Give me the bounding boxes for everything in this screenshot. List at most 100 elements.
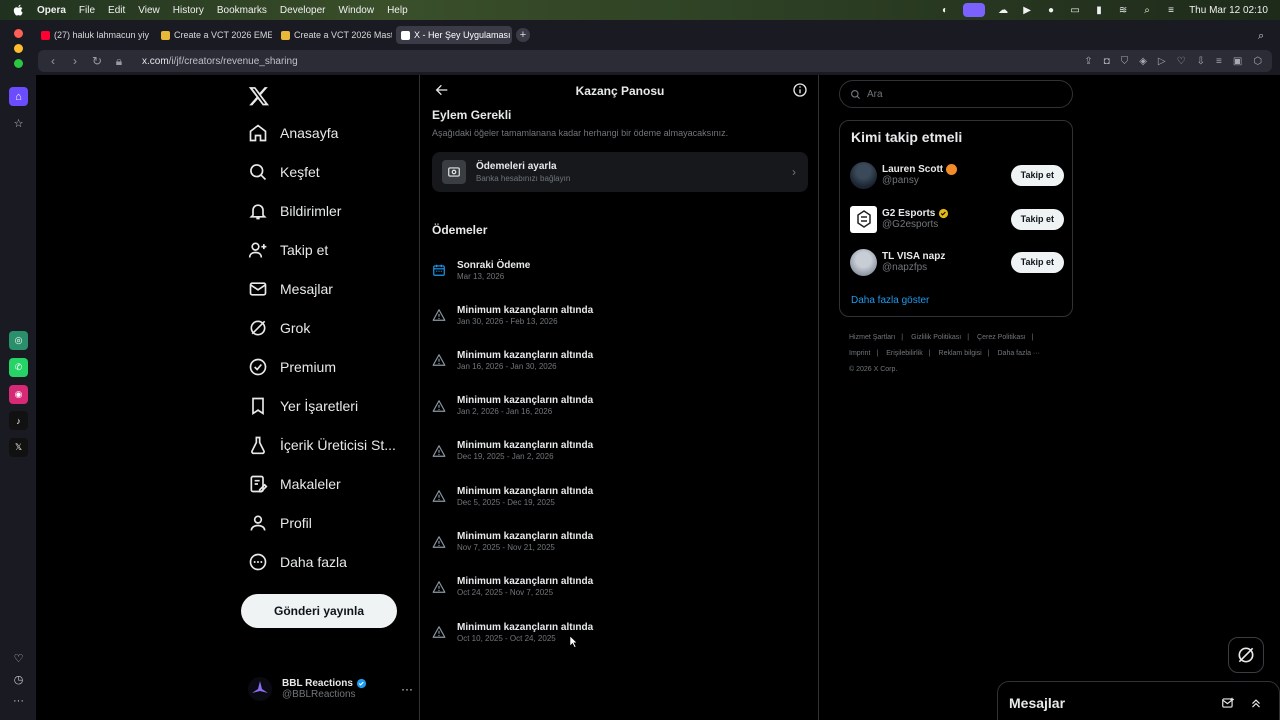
nav-articles[interactable]: Makaleler bbox=[248, 472, 341, 496]
apple-icon[interactable] bbox=[12, 4, 24, 16]
payout-row[interactable]: Minimum kazançların altında Jan 30, 2026 … bbox=[432, 300, 808, 330]
setup-payouts-card[interactable]: Ödemeleri ayarla Banka hesabınızı bağlay… bbox=[432, 152, 808, 192]
menubar-app-name[interactable]: Opera bbox=[37, 5, 66, 16]
tab-vct-eme[interactable]: Create a VCT 2026 EME bbox=[156, 26, 272, 44]
expand-up-icon[interactable] bbox=[1249, 696, 1263, 710]
tab-youtube[interactable]: (27) haluk lahmacun yiy bbox=[36, 26, 152, 44]
tab-search-icon[interactable]: ⌕ bbox=[1258, 30, 1264, 43]
payout-row[interactable]: Minimum kazançların altında Dec 19, 2025 … bbox=[432, 436, 808, 466]
messages-drawer[interactable]: Mesajlar bbox=[997, 681, 1280, 720]
star-icon[interactable]: ☆ bbox=[9, 114, 28, 133]
search-input[interactable]: Ara bbox=[839, 80, 1073, 108]
heart-icon[interactable]: ♡ bbox=[9, 649, 28, 668]
control-center-icon[interactable]: ≡ bbox=[1165, 5, 1177, 16]
shield-icon[interactable]: ⛉ bbox=[1121, 56, 1129, 67]
url-text[interactable]: x.com/i/jf/creators/revenue_sharing bbox=[142, 56, 298, 67]
download-icon[interactable]: ⇩ bbox=[1197, 56, 1205, 67]
suggested-user[interactable]: Lauren Scott @pansy Takip et bbox=[850, 160, 1064, 190]
window-zoom-button[interactable] bbox=[14, 59, 23, 68]
grok-floating-button[interactable] bbox=[1228, 637, 1264, 673]
share-icon[interactable]: ⇪ bbox=[1084, 56, 1092, 67]
payout-row[interactable]: Minimum kazançların altında Jan 2, 2026 -… bbox=[432, 391, 808, 421]
suggested-user[interactable]: TL VISA napz @napzfps Takip et bbox=[850, 247, 1064, 277]
menubar-clock[interactable]: Thu Mar 12 02:10 bbox=[1189, 5, 1268, 16]
window-close-button[interactable] bbox=[14, 29, 23, 38]
address-bar[interactable]: ‹ › ↻ 🔒︎ x.com/i/jf/creators/revenue_sha… bbox=[38, 50, 1272, 72]
next-payout-row[interactable]: Sonraki Ödeme Mar 13, 2026 bbox=[432, 255, 808, 285]
nav-follow[interactable]: Takip et bbox=[248, 238, 328, 262]
footer-privacy-link[interactable]: Gizlilik Politikası bbox=[911, 334, 961, 341]
post-button[interactable]: Gönderi yayınla bbox=[241, 594, 397, 628]
menubar-file[interactable]: File bbox=[79, 5, 95, 16]
nav-creator-studio[interactable]: İçerik Üreticisi St... bbox=[248, 433, 396, 457]
circle-status-icon[interactable]: ◐ bbox=[939, 5, 951, 16]
tab-vct-mast[interactable]: Create a VCT 2026 Mast bbox=[276, 26, 392, 44]
menubar-help[interactable]: Help bbox=[387, 5, 408, 16]
wifi-icon[interactable]: ≋ bbox=[1117, 5, 1129, 16]
payout-row[interactable]: Minimum kazançların altında Oct 24, 2025 … bbox=[432, 572, 808, 602]
menubar-view[interactable]: View bbox=[138, 5, 160, 16]
footer-accessibility-link[interactable]: Erişilebilirlik bbox=[886, 350, 923, 357]
screen-record-icon[interactable] bbox=[963, 3, 986, 17]
footer-imprint-link[interactable]: Imprint bbox=[849, 350, 870, 357]
camera-icon[interactable]: ◘ bbox=[1104, 56, 1110, 67]
payout-row[interactable]: Minimum kazançların altında Jan 16, 2026 … bbox=[432, 345, 808, 375]
nav-notifications[interactable]: Bildirimler bbox=[248, 199, 341, 223]
nav-premium[interactable]: Premium bbox=[248, 355, 336, 379]
info-icon[interactable] bbox=[792, 82, 808, 98]
account-more-icon[interactable]: ··· bbox=[401, 682, 413, 696]
suggested-user[interactable]: G2 Esports @G2esports Takip et bbox=[850, 204, 1064, 234]
back-icon[interactable]: ‹ bbox=[46, 54, 60, 68]
heart-outline-icon[interactable]: ♡ bbox=[1177, 56, 1186, 67]
menubar-developer[interactable]: Developer bbox=[280, 5, 326, 16]
profile-icon[interactable]: ▣ bbox=[1233, 56, 1242, 67]
nav-home[interactable]: Anasayfa bbox=[248, 121, 338, 145]
nav-messages[interactable]: Mesajlar bbox=[248, 277, 333, 301]
vpn-icon[interactable]: ◈ bbox=[1139, 56, 1147, 67]
menubar-edit[interactable]: Edit bbox=[108, 5, 125, 16]
x-logo-icon[interactable] bbox=[248, 85, 270, 107]
nav-profile[interactable]: Profil bbox=[248, 511, 312, 535]
play-icon[interactable]: ▶ bbox=[1021, 5, 1033, 16]
user-icon[interactable]: ● bbox=[1045, 5, 1057, 16]
x-sidebar-icon[interactable]: 𝕏 bbox=[9, 438, 28, 457]
cloud-icon[interactable]: ☁ bbox=[997, 5, 1009, 16]
new-message-icon[interactable] bbox=[1221, 696, 1235, 710]
follow-button[interactable]: Takip et bbox=[1010, 164, 1064, 186]
new-tab-button[interactable]: + bbox=[516, 28, 530, 42]
forward-icon[interactable]: › bbox=[68, 54, 82, 68]
whatsapp-icon[interactable]: ✆ bbox=[9, 358, 28, 377]
nav-more[interactable]: Daha fazla bbox=[248, 550, 347, 574]
follow-button[interactable]: Takip et bbox=[1010, 251, 1064, 273]
spotlight-search-icon[interactable]: ⌕ bbox=[1141, 5, 1153, 16]
menubar-window[interactable]: Window bbox=[339, 5, 375, 16]
footer-more-link[interactable]: Daha fazla ··· bbox=[998, 350, 1040, 357]
reload-icon[interactable]: ↻ bbox=[90, 54, 104, 68]
player-icon[interactable]: ▷ bbox=[1158, 56, 1166, 67]
payout-row[interactable]: Minimum kazançların altında Dec 5, 2025 -… bbox=[432, 481, 808, 511]
footer-ads-info-link[interactable]: Reklam bilgisi bbox=[939, 350, 982, 357]
extensions-icon[interactable]: ⬡ bbox=[1253, 56, 1262, 67]
battery-icon[interactable]: ▮ bbox=[1093, 5, 1105, 16]
menu-icon[interactable]: ≡ bbox=[1216, 56, 1222, 67]
back-arrow-icon[interactable] bbox=[434, 82, 450, 98]
tiktok-icon[interactable]: ♪ bbox=[9, 411, 28, 430]
opera-home-icon[interactable]: ⌂ bbox=[9, 87, 28, 106]
display-icon[interactable]: ▭ bbox=[1069, 5, 1081, 16]
tab-x[interactable]: X - Her Şey Uygulaması bbox=[396, 26, 512, 44]
footer-cookie-link[interactable]: Çerez Politikası bbox=[977, 334, 1026, 341]
show-more-link[interactable]: Daha fazla göster bbox=[851, 295, 929, 306]
nav-grok[interactable]: Grok bbox=[248, 316, 310, 340]
nav-explore[interactable]: Keşfet bbox=[248, 160, 320, 184]
instagram-icon[interactable]: ◉ bbox=[9, 385, 28, 404]
payout-row[interactable]: Minimum kazançların altında Nov 7, 2025 -… bbox=[432, 527, 808, 557]
menubar-bookmarks[interactable]: Bookmarks bbox=[217, 5, 267, 16]
window-minimize-button[interactable] bbox=[14, 44, 23, 53]
payout-row[interactable]: Minimum kazançların altında Oct 10, 2025 … bbox=[432, 617, 808, 647]
more-dots-icon[interactable]: ··· bbox=[9, 691, 28, 710]
chatgpt-icon[interactable]: ◎ bbox=[9, 331, 28, 350]
menubar-history[interactable]: History bbox=[173, 5, 204, 16]
footer-terms-link[interactable]: Hizmet Şartları bbox=[849, 334, 895, 341]
follow-button[interactable]: Takip et bbox=[1010, 208, 1064, 230]
history-clock-icon[interactable]: ◷ bbox=[9, 670, 28, 689]
